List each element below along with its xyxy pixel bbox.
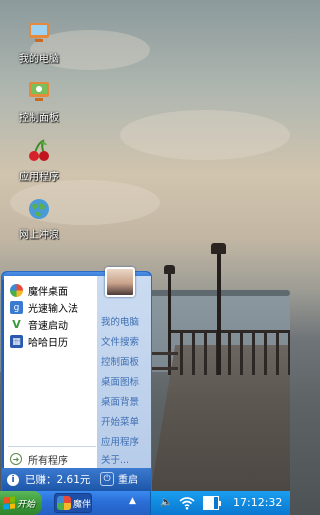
all-programs-label: 所有程序 xyxy=(28,455,68,467)
desktop-icon-control-panel[interactable]: 控制面板 xyxy=(10,79,68,124)
all-programs-button[interactable]: ➜ 所有程序 xyxy=(10,451,68,467)
arrow-right-icon: ➜ xyxy=(10,453,22,465)
desktop-icon-label: 网上冲浪 xyxy=(19,230,59,241)
link-control-panel[interactable]: 控制面板 xyxy=(101,354,139,368)
desktop-icon-my-computer[interactable]: 我的电脑 xyxy=(10,20,68,65)
pinwheel-icon xyxy=(57,496,71,510)
menu-item-lightspeed-ime[interactable]: g 光速输入法 xyxy=(10,299,78,316)
battery-icon[interactable] xyxy=(203,496,221,510)
menu-item-label: 音速启动 xyxy=(28,321,68,332)
restart-button[interactable]: ⏻ 重启 xyxy=(100,471,138,486)
power-icon: ⏻ xyxy=(100,471,114,486)
link-start-menu[interactable]: 开始菜单 xyxy=(101,414,139,428)
taskbar-task-moban[interactable]: 魔伴 xyxy=(54,493,92,513)
windows-logo-icon xyxy=(3,496,15,510)
restart-label: 重启 xyxy=(118,475,138,486)
start-menu-links-panel: 我的电脑 文件搜索 控制面板 桌面图标 桌面背景 开始菜单 应用程序 关于... xyxy=(97,276,151,468)
link-desktop-background[interactable]: 桌面背景 xyxy=(101,394,139,408)
menu-item-haha-calendar[interactable]: ▦ 哈哈日历 xyxy=(10,333,68,350)
control-panel-icon xyxy=(26,79,52,105)
desktop-icon-label: 控制面板 xyxy=(19,113,59,124)
menu-item-label: 魔伴桌面 xyxy=(28,287,68,298)
task-label: 魔伴 xyxy=(73,499,92,510)
menu-separator xyxy=(8,446,96,447)
earned-amount: 已赚：2.61元 xyxy=(25,474,91,486)
show-hidden-icons-arrow-icon[interactable]: ▲ xyxy=(129,496,136,506)
clock[interactable]: 17:12:32 xyxy=(233,496,282,509)
link-my-computer[interactable]: 我的电脑 xyxy=(101,314,139,328)
start-menu-pinned-panel: 魔伴桌面 g 光速输入法 V 音速启动 ▦ 哈哈日历 ➜ 所有程序 xyxy=(4,276,97,468)
menu-item-moban-desktop[interactable]: 魔伴桌面 xyxy=(10,282,68,299)
avatar[interactable] xyxy=(105,267,135,297)
volume-icon[interactable]: 🔈 xyxy=(160,497,172,508)
system-tray: 🔈 17:12:32 xyxy=(150,491,290,515)
link-applications[interactable]: 应用程序 xyxy=(101,434,139,448)
desktop-icon-label: 我的电脑 xyxy=(19,54,59,65)
keyboard-g-icon: g xyxy=(10,301,23,314)
v-launcher-icon: V xyxy=(10,318,23,331)
start-button[interactable]: 开始 xyxy=(0,491,42,515)
globe-icon xyxy=(26,196,52,222)
info-icon: i xyxy=(7,473,19,486)
start-menu: 魔伴桌面 g 光速输入法 V 音速启动 ▦ 哈哈日历 ➜ 所有程序 我的电脑 文… xyxy=(1,271,152,491)
desktop-icon-applications[interactable]: 应用程序 xyxy=(10,138,68,183)
link-about[interactable]: 关于... xyxy=(101,452,129,466)
pinwheel-icon xyxy=(10,284,23,297)
desktop-icon-label: 应用程序 xyxy=(19,172,59,183)
calendar-icon: ▦ xyxy=(10,335,23,348)
computer-icon xyxy=(26,20,52,46)
link-file-search[interactable]: 文件搜索 xyxy=(101,334,139,348)
menu-item-label: 光速输入法 xyxy=(28,304,78,315)
menu-item-sonic-launcher[interactable]: V 音速启动 xyxy=(10,316,68,333)
start-label: 开始 xyxy=(17,499,36,510)
menu-item-label: 哈哈日历 xyxy=(28,338,68,349)
link-desktop-icons[interactable]: 桌面图标 xyxy=(101,374,139,388)
cherry-icon xyxy=(26,138,52,164)
desktop-icon-web-surfing[interactable]: 网上冲浪 xyxy=(10,196,68,241)
wifi-icon[interactable] xyxy=(179,496,195,510)
start-menu-footer: i 已赚：2.61元 ⏻ 重启 xyxy=(2,468,151,491)
taskbar: 开始 魔伴 ▲ 🔈 17:12:32 xyxy=(0,491,290,515)
